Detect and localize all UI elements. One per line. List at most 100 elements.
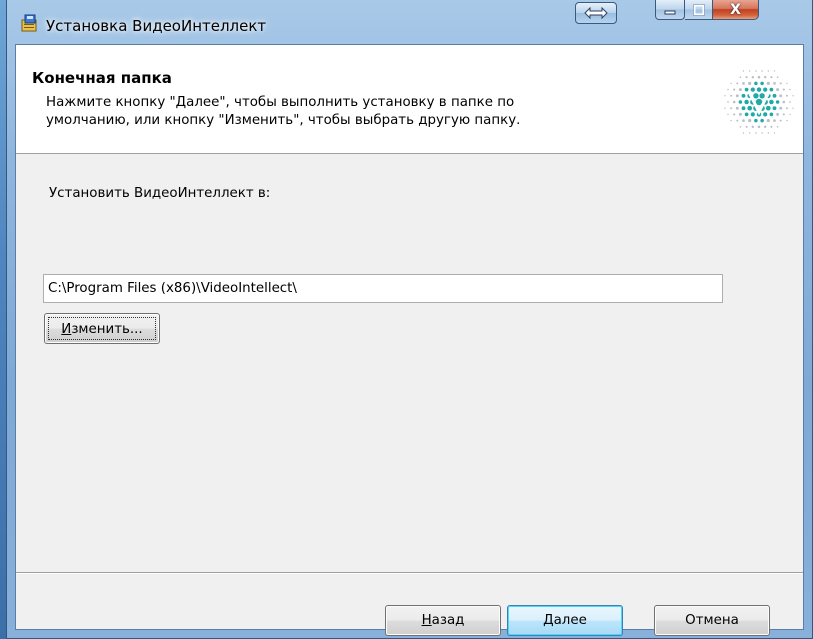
logo-dot bbox=[792, 95, 794, 97]
logo-dot bbox=[755, 70, 757, 72]
installer-app-icon bbox=[21, 14, 37, 32]
logo-dot bbox=[748, 132, 751, 134]
logo-dot bbox=[739, 125, 742, 128]
logo-dot bbox=[754, 81, 758, 86]
cancel-button[interactable]: Отмена bbox=[654, 605, 770, 636]
cancel-button-label: Отмена bbox=[685, 613, 739, 628]
logo-dot bbox=[744, 112, 749, 117]
logo-dot bbox=[742, 70, 745, 72]
dialog-client-area: Конечная папка Нажмите кнопку "Далее", ч… bbox=[15, 44, 804, 636]
minimize-icon bbox=[664, 10, 676, 14]
logo-dot bbox=[766, 119, 770, 123]
logo-dot bbox=[766, 81, 770, 85]
logo-dot bbox=[776, 88, 780, 92]
logo-dot bbox=[779, 82, 782, 85]
logo-dot bbox=[789, 101, 791, 103]
logo-dot bbox=[744, 87, 749, 92]
back-button-accel: Н bbox=[421, 613, 432, 628]
logo-dot bbox=[730, 94, 733, 97]
logo-dot bbox=[738, 112, 742, 116]
logo-dot bbox=[759, 93, 765, 99]
minimize-button[interactable] bbox=[655, 0, 685, 20]
logo-dot bbox=[786, 82, 788, 85]
logo-dot bbox=[738, 100, 743, 104]
page-description: Нажмите кнопку "Далее", чтобы выполнить … bbox=[46, 94, 666, 130]
logo-dot bbox=[760, 118, 764, 123]
logo-dot bbox=[742, 132, 745, 134]
change-folder-button[interactable]: Изменить... bbox=[44, 313, 160, 344]
header-banner: Конечная папка Нажмите кнопку "Далее", ч… bbox=[16, 45, 803, 154]
logo-dot bbox=[770, 76, 773, 79]
logo-dot bbox=[735, 94, 739, 98]
logo-dot bbox=[769, 112, 774, 117]
logo-dot bbox=[753, 93, 759, 99]
logo-dot bbox=[738, 88, 742, 92]
close-button[interactable]: X bbox=[713, 0, 759, 20]
logo-dot bbox=[733, 88, 736, 91]
logo-dot bbox=[732, 100, 736, 104]
logo-dot bbox=[765, 105, 771, 111]
logo-dot bbox=[773, 70, 776, 72]
logo-dot bbox=[763, 125, 767, 129]
logo-dot bbox=[769, 87, 774, 92]
logo-dot bbox=[741, 106, 746, 111]
logo-dot bbox=[744, 99, 749, 105]
logo-dot bbox=[782, 88, 785, 91]
logo-dot bbox=[736, 82, 739, 85]
logo-dot bbox=[727, 113, 729, 116]
logo-dot bbox=[773, 82, 776, 85]
logo-dot bbox=[757, 75, 761, 79]
logo-dot bbox=[769, 99, 774, 105]
logo-dot bbox=[739, 76, 742, 79]
logo-dot bbox=[785, 94, 788, 97]
logo-dot bbox=[772, 93, 777, 98]
logo-dot bbox=[772, 106, 777, 111]
logo-dot bbox=[761, 70, 763, 72]
maximize-button[interactable] bbox=[685, 0, 713, 20]
logo-dot bbox=[750, 87, 755, 92]
change-button-label: зменить... bbox=[71, 321, 143, 337]
close-icon: X bbox=[730, 1, 741, 18]
logo-dot bbox=[763, 75, 767, 79]
change-button-accel: И bbox=[61, 321, 72, 337]
logo-dot bbox=[782, 113, 785, 116]
back-button[interactable]: Назад bbox=[385, 605, 501, 636]
logo-dot bbox=[770, 125, 773, 128]
logo-dot bbox=[745, 76, 748, 79]
logo-dot bbox=[748, 81, 752, 85]
logo-dot bbox=[727, 88, 729, 91]
logo-dot bbox=[730, 107, 733, 110]
logo-dot bbox=[763, 87, 768, 92]
title-bar[interactable]: Установка ВидеоИнтеллект X bbox=[7, 0, 812, 44]
logo-dot bbox=[776, 112, 780, 116]
logo-dot bbox=[757, 125, 761, 129]
logo-dot bbox=[735, 106, 739, 110]
logo-dot bbox=[779, 106, 783, 110]
logo-dot bbox=[727, 101, 729, 103]
logo-dot bbox=[730, 82, 732, 85]
install-path-input[interactable] bbox=[43, 274, 723, 303]
resize-button[interactable] bbox=[575, 2, 617, 24]
logo-dot bbox=[761, 132, 763, 134]
videointellect-logo-icon bbox=[724, 70, 794, 134]
logo-dot bbox=[748, 119, 752, 123]
window-title: Установка ВидеоИнтеллект bbox=[46, 17, 267, 35]
logo-dot bbox=[751, 125, 755, 129]
description-line-2: умолчанию, или кнопку "Изменить", чтобы … bbox=[46, 113, 521, 128]
logo-dot bbox=[756, 87, 762, 92]
page-title: Конечная папка bbox=[32, 69, 172, 87]
logo-dot bbox=[782, 100, 786, 104]
logo-dot bbox=[763, 112, 768, 117]
logo-dot bbox=[767, 132, 770, 134]
logo-dot bbox=[760, 81, 764, 86]
next-button[interactable]: Далее bbox=[507, 605, 623, 636]
back-button-label: азад bbox=[431, 613, 465, 628]
maximize-icon bbox=[692, 3, 705, 16]
logo-dot bbox=[755, 132, 757, 134]
double-arrow-icon bbox=[584, 7, 608, 19]
logo-dot bbox=[742, 82, 745, 85]
logo-dot bbox=[733, 113, 736, 116]
logo-dot bbox=[786, 119, 788, 122]
logo-dot bbox=[736, 119, 739, 122]
logo-dot bbox=[776, 76, 779, 79]
